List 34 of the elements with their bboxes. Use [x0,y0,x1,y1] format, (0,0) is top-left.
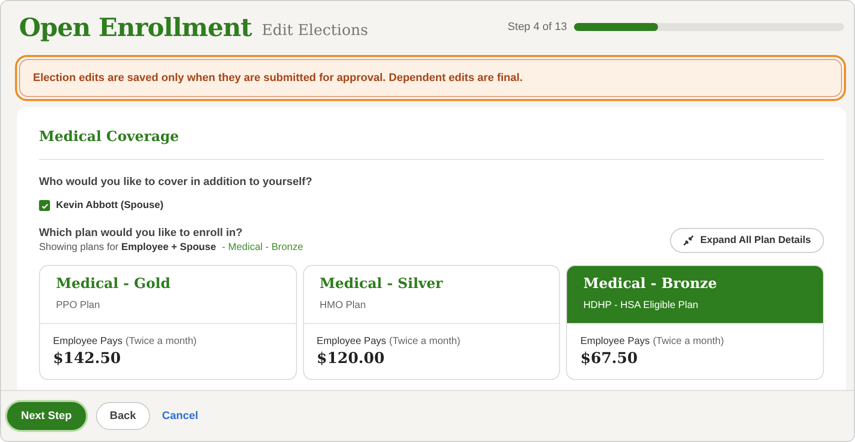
checkbox[interactable] [39,200,50,211]
step-counter: Step 4 of 13 [508,21,567,33]
alert-message: Election edits are saved only when they are submitted for approval. Dependent edits are final. [33,72,523,84]
cancel-link[interactable]: Cancel [160,403,200,429]
plan-price: $142.50 [53,349,122,367]
expand-arrows-icon [683,235,694,246]
plan-price: $67.50 [580,349,639,367]
pays-label: Employee Pays [53,336,122,347]
pays-label: Employee Pays [580,336,650,347]
section-title: Medical Coverage [39,128,180,147]
next-step-button[interactable]: Next Step [7,402,86,430]
plan-name: Medical - Silver [320,276,444,292]
expand-all-button[interactable]: Expand All Plan Details [670,228,824,253]
plan-name: Medical - Gold [56,276,172,292]
selected-plan-note: - Medical - Bronze [222,242,304,253]
checkbox-label: Kevin Abbott (Spouse) [56,200,164,211]
pay-frequency: (Twice a month) [125,336,197,347]
question-label: Who would you like to cover in addition to yourself? [39,176,314,188]
pays-label: Employee Pays [316,336,386,347]
plan-filter-text: Showing plans for Employee + Spouse [39,242,216,253]
plan-card[interactable]: Medical - Bronze HDHP - HSA Eligible Plan Employee Pays (Twice a month) $67.50 [566,265,824,380]
plan-type: HDHP - HSA Eligible Plan [583,300,700,311]
pay-frequency: (Twice a month) [652,336,724,347]
plan-price: $120.00 [316,349,386,367]
plan-type: HMO Plan [320,300,367,311]
page-title: Open Enrollment [19,12,252,42]
plan-type: PPO Plan [56,300,101,311]
pay-frequency: (Twice a month) [389,336,460,347]
plan-name: Medical - Bronze [583,276,718,292]
back-button[interactable]: Back [96,402,150,430]
plan-card[interactable]: Medical - Gold PPO Plan Employee Pays (Twice a month) $142.50 [39,265,297,380]
question-label: Which plan would you like to enroll in? [39,227,244,239]
page-subtitle: Edit Elections [262,21,368,39]
plan-card[interactable]: Medical - Silver HMO Plan Employee Pays (Twice a month) $120.00 [302,265,560,380]
